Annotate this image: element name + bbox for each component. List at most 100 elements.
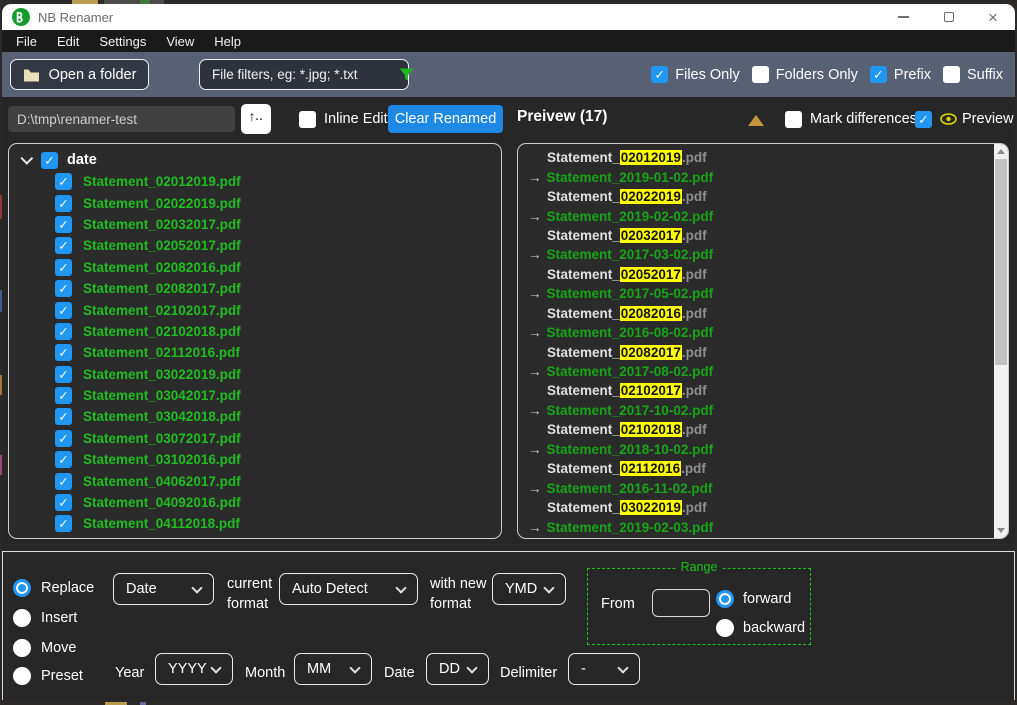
tree-file-row[interactable]: Statement_02102018.pdf (9, 321, 497, 342)
preview-new-name[interactable]: → Statement_2017-10-02.pdf (521, 401, 991, 420)
range-from-input[interactable] (652, 589, 710, 617)
tree-file-row[interactable]: Statement_04112018.pdf (9, 513, 497, 534)
tree-file-row[interactable]: Statement_02082017.pdf (9, 278, 497, 299)
close-button[interactable]: × (973, 4, 1013, 30)
tree-root-row[interactable]: date (9, 149, 497, 171)
tree-file-row[interactable]: Statement_02082016.pdf (9, 257, 497, 278)
radio-button[interactable] (13, 609, 31, 627)
preview-old-name[interactable]: Statement_ 02022019 .pdf (521, 187, 991, 206)
file-checkbox[interactable] (55, 322, 72, 340)
menu-item-settings[interactable]: Settings (89, 34, 156, 49)
mark-differences-toggle[interactable]: Mark differences (785, 100, 917, 138)
mode-radio-preset[interactable]: Preset (13, 667, 83, 685)
file-checkbox[interactable] (55, 387, 72, 405)
radio-button[interactable] (13, 579, 31, 597)
date-select[interactable]: DD (426, 653, 489, 685)
tree-file-row[interactable]: Statement_02102017.pdf (9, 299, 497, 320)
preview-old-name[interactable]: Statement_ 02052017 .pdf (521, 265, 991, 284)
parent-folder-button[interactable]: ↑.. (241, 104, 271, 134)
inline-edit-checkbox[interactable] (299, 110, 316, 128)
tree-file-row[interactable]: Statement_03022019.pdf (9, 364, 497, 385)
preview-new-name[interactable]: → Statement_2016-08-02.pdf (521, 323, 991, 342)
preview-old-name[interactable]: Statement_ 02082016 .pdf (521, 304, 991, 323)
file-checkbox[interactable] (55, 237, 72, 255)
tree-file-row[interactable]: Statement_03042017.pdf (9, 385, 497, 406)
file-checkbox[interactable] (55, 301, 72, 319)
checkbox[interactable] (942, 66, 960, 83)
clear-renamed-button[interactable]: Clear Renamed (388, 105, 503, 133)
delimiter-select[interactable]: - (568, 653, 640, 685)
title-bar[interactable]: NB Renamer × (2, 4, 1015, 30)
rename-type-select[interactable]: Date (113, 573, 214, 605)
mode-radio-insert[interactable]: Insert (13, 609, 77, 627)
inline-edit-toggle[interactable]: Inline Edit (299, 100, 388, 138)
file-checkbox[interactable] (55, 344, 72, 362)
scroll-up-icon[interactable] (997, 149, 1005, 154)
collapse-triangle-icon[interactable] (748, 115, 764, 126)
menu-item-view[interactable]: View (156, 34, 204, 49)
preview-old-name[interactable]: Statement_ 02032017 .pdf (521, 226, 991, 245)
tree-file-row[interactable]: Statement_02022019.pdf (9, 192, 497, 213)
current-format-select[interactable]: Auto Detect (279, 573, 418, 605)
preview-new-name[interactable]: → Statement_2019-02-03.pdf (521, 517, 991, 536)
tree-file-row[interactable]: Statement_02112016.pdf (9, 342, 497, 363)
radio-button[interactable] (13, 667, 31, 685)
mark-differences-checkbox[interactable] (785, 110, 802, 128)
file-checkbox[interactable] (55, 194, 72, 212)
preview-old-name[interactable]: Statement_ 02102017 .pdf (521, 381, 991, 400)
file-checkbox[interactable] (55, 173, 72, 191)
file-checkbox[interactable] (55, 451, 72, 469)
tree-file-row[interactable]: Statement_03072017.pdf (9, 428, 497, 449)
file-checkbox[interactable] (55, 494, 72, 512)
new-format-select[interactable]: YMD (492, 573, 566, 605)
preview-new-name[interactable]: → Statement_2017-03-02.pdf (521, 245, 991, 264)
file-checkbox[interactable] (55, 280, 72, 298)
tree-file-row[interactable]: Statement_02032017.pdf (9, 214, 497, 235)
preview-toggle[interactable]: Preview (915, 100, 1014, 138)
open-folder-button[interactable]: Open a folder (10, 59, 149, 90)
radio-button[interactable] (13, 639, 31, 657)
direction-radio-forward[interactable]: forward (716, 590, 791, 608)
checkbox[interactable] (751, 66, 769, 83)
scroll-down-icon[interactable] (997, 528, 1005, 533)
mode-radio-replace[interactable]: Replace (13, 579, 94, 597)
file-checkbox[interactable] (55, 515, 72, 533)
file-filter-input[interactable] (210, 66, 391, 83)
preview-new-name[interactable]: → Statement_2017-05-02.pdf (521, 284, 991, 303)
preview-scrollbar[interactable] (994, 144, 1008, 538)
preview-new-name[interactable]: → Statement_2018-10-02.pdf (521, 440, 991, 459)
tree-file-row[interactable]: Statement_03102016.pdf (9, 449, 497, 470)
toolbar-checkbox-suffix[interactable]: Suffix (942, 66, 1003, 83)
radio-button[interactable] (716, 619, 734, 637)
menu-item-file[interactable]: File (6, 34, 47, 49)
file-checkbox[interactable] (55, 365, 72, 383)
preview-old-name[interactable]: Statement_ 02102018 .pdf (521, 420, 991, 439)
file-checkbox[interactable] (55, 429, 72, 447)
year-select[interactable]: YYYY (155, 653, 233, 685)
tree-root-checkbox[interactable] (41, 151, 58, 169)
menu-item-edit[interactable]: Edit (47, 34, 89, 49)
scrollbar-thumb[interactable] (995, 159, 1007, 365)
tree-file-row[interactable]: Statement_04062017.pdf (9, 470, 497, 491)
preview-new-name[interactable]: → Statement_2016-11-02.pdf (521, 478, 991, 497)
tree-file-row[interactable]: Statement_03042018.pdf (9, 406, 497, 427)
tree-file-row[interactable]: Statement_04092016.pdf (9, 492, 497, 513)
checkbox[interactable] (651, 66, 669, 83)
file-checkbox[interactable] (55, 472, 72, 490)
direction-radio-backward[interactable]: backward (716, 619, 805, 637)
tree-file-row[interactable]: Statement_02012019.pdf (9, 171, 497, 192)
preview-old-name[interactable]: Statement_ 03022019 .pdf (521, 498, 991, 517)
chevron-down-icon[interactable] (20, 151, 34, 165)
preview-new-name[interactable]: → Statement_2019-02-02.pdf (521, 206, 991, 225)
preview-checkbox[interactable] (915, 110, 932, 128)
file-checkbox[interactable] (55, 215, 72, 233)
preview-new-name[interactable]: → Statement_2019-01-02.pdf (521, 167, 991, 186)
month-select[interactable]: MM (294, 653, 372, 685)
minimize-button[interactable] (883, 4, 923, 30)
menu-item-help[interactable]: Help (204, 34, 251, 49)
checkbox[interactable] (869, 66, 887, 83)
folder-path-input[interactable] (8, 106, 235, 132)
radio-button[interactable] (716, 590, 734, 608)
filter-funnel-icon[interactable] (399, 68, 414, 81)
preview-old-name[interactable]: Statement_ 02012019 .pdf (521, 148, 991, 167)
